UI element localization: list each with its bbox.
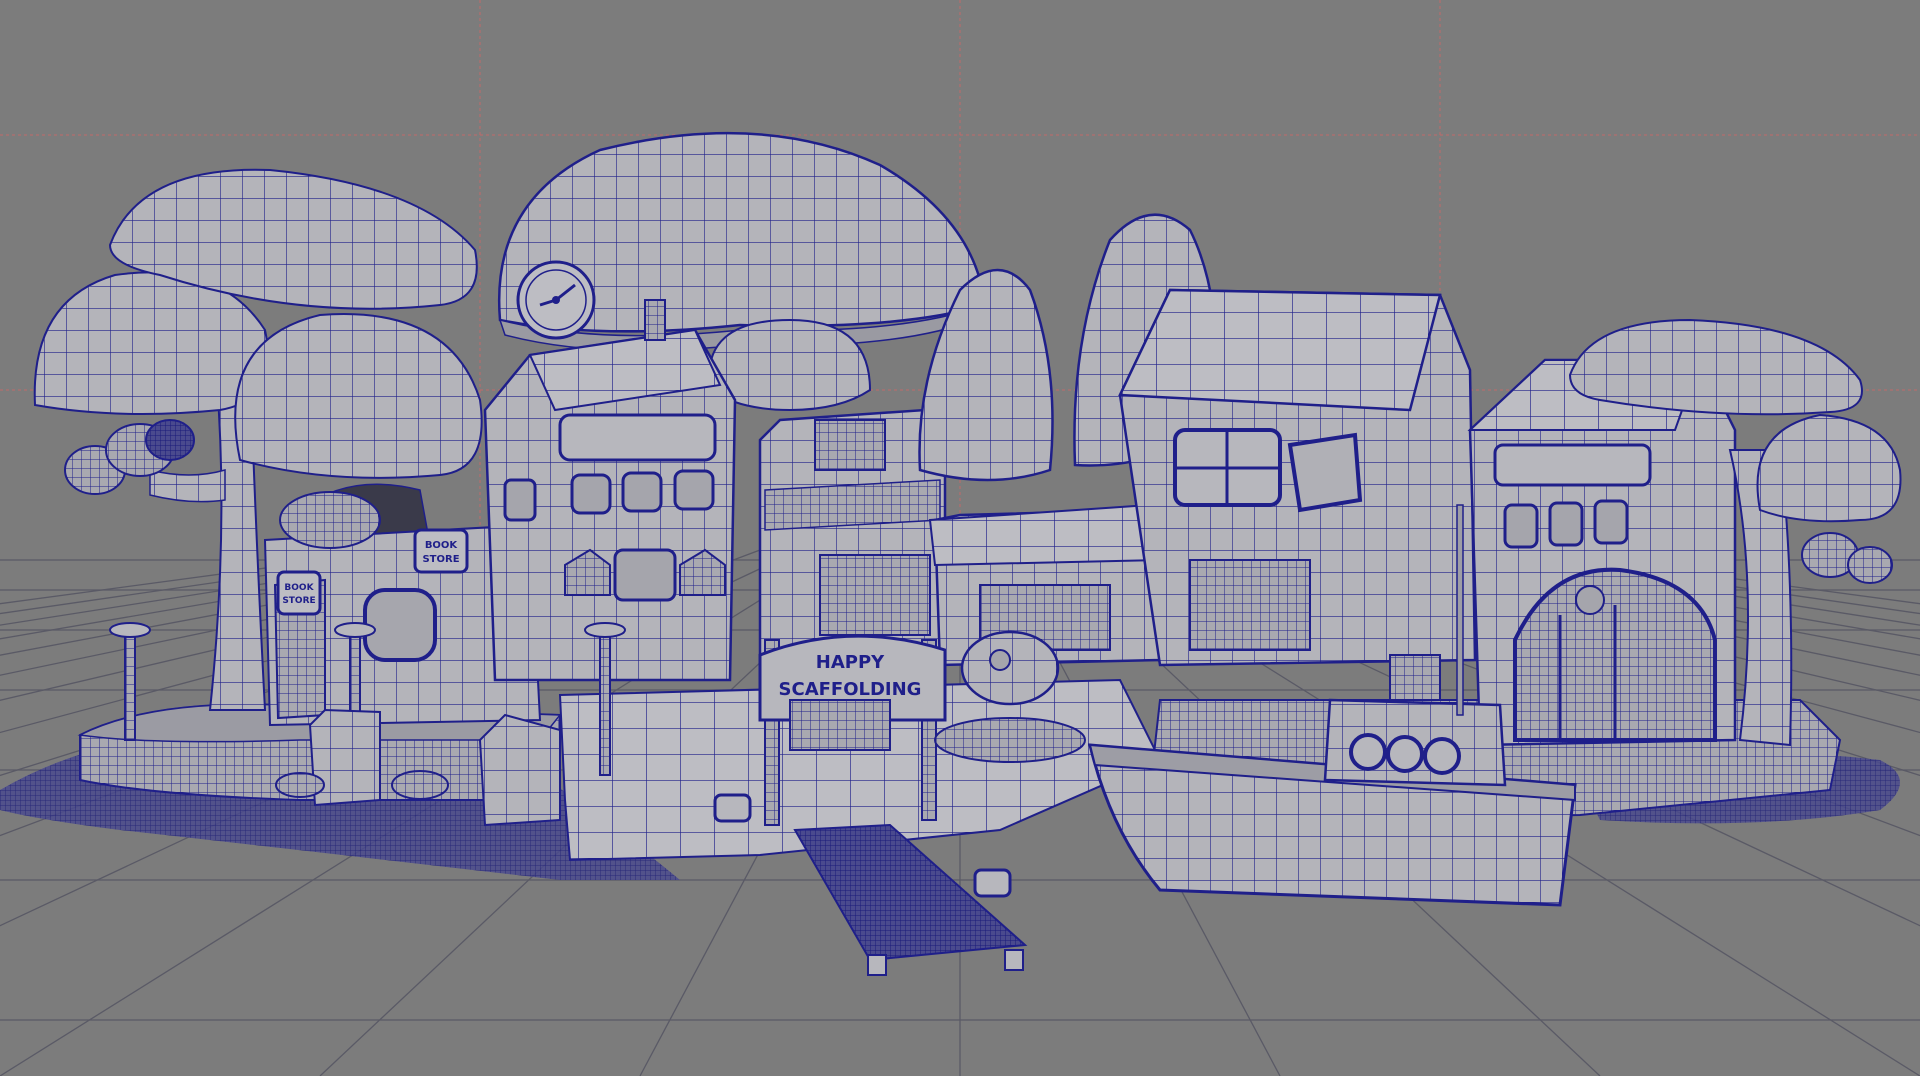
mushroom-cap-mid-left (234, 313, 483, 479)
clock-icon (516, 260, 596, 340)
wireframe-scene[interactable]: BOOK STORE BOOK STORE HAPPY SCAFFOLDING (0, 0, 1920, 1076)
arch-sign-line2: SCAFFOLDING (779, 679, 922, 700)
bookstore-sign-top: BOOK STORE (413, 528, 469, 574)
boat-mast (1456, 504, 1464, 716)
3d-viewport[interactable]: BOOK STORE BOOK STORE HAPPY SCAFFOLDING (0, 0, 1920, 1076)
bookstore-sign-side: BOOK STORE (276, 570, 322, 616)
center-shop (758, 408, 947, 667)
bookstore-top-sign-line2: STORE (422, 554, 459, 565)
small-mushrooms-right (1801, 532, 1893, 584)
round-door (1513, 567, 1717, 742)
bookstore-top-sign-line1: BOOK (425, 540, 459, 551)
mushroom-cap-right-upper (1568, 318, 1863, 416)
mushroom-cap-right-lower (1756, 413, 1902, 523)
bookstore-side-sign-line2: STORE (282, 596, 315, 606)
planter-box (789, 699, 891, 751)
big-house-center-right (1118, 288, 1477, 667)
arch-sign-line1: HAPPY (816, 652, 885, 673)
low-house-center (928, 503, 1162, 667)
bookstore-side-sign-line1: BOOK (284, 583, 314, 593)
